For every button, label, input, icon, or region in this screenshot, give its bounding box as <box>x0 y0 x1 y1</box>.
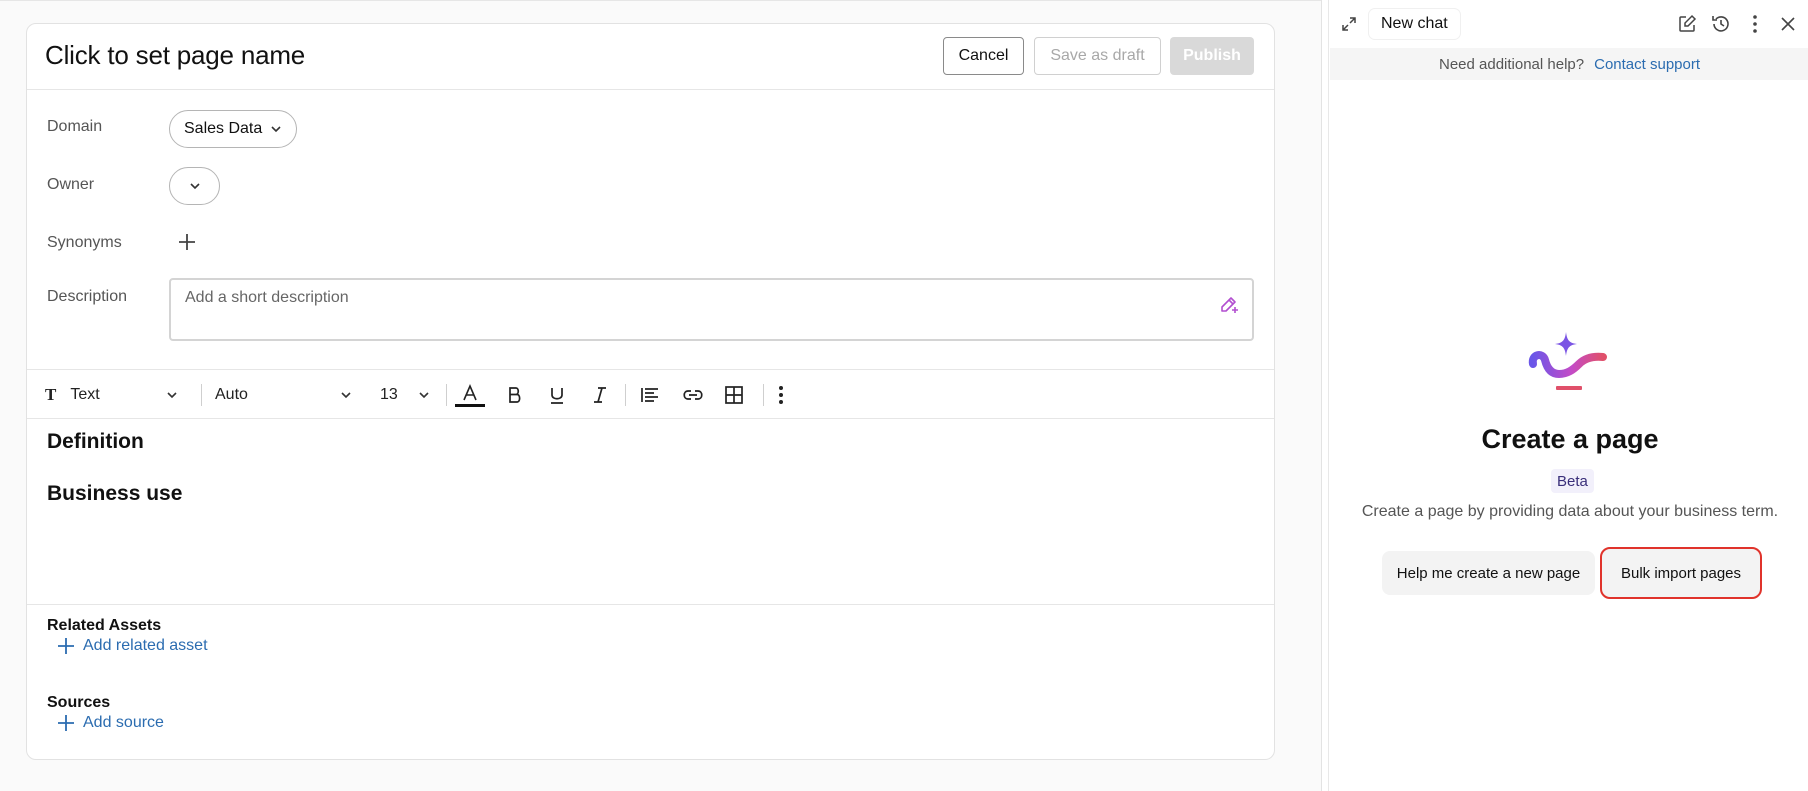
create-page-title: Create a page <box>1481 424 1659 454</box>
editor-area: Click to set page name Cancel Save as dr… <box>0 0 1321 791</box>
domain-value: Sales Data <box>184 120 263 137</box>
suggestion-bulk-import[interactable]: Bulk import pages <box>1600 547 1762 599</box>
more-vertical-icon <box>1753 15 1757 33</box>
text-style-icon: T <box>45 385 57 404</box>
editor-card: Click to set page name Cancel Save as dr… <box>26 23 1275 760</box>
tab-new-chat[interactable]: New chat <box>1369 9 1460 39</box>
chat-menu-button[interactable] <box>1742 11 1768 37</box>
link-button[interactable] <box>681 370 705 420</box>
font-value: Auto <box>215 386 248 403</box>
close-button[interactable] <box>1775 11 1801 37</box>
contact-support-link[interactable]: Contact support <box>1594 56 1700 73</box>
sources-title: Sources <box>47 694 111 711</box>
underline-button[interactable] <box>547 370 567 420</box>
domain-label: Domain <box>47 118 103 135</box>
align-button[interactable] <box>639 370 661 420</box>
bold-button[interactable] <box>505 370 525 420</box>
toolbar-divider <box>446 384 447 406</box>
font-size-value: 13 <box>380 386 398 403</box>
text-style-select[interactable]: T Text <box>45 370 178 420</box>
add-synonym-icon[interactable] <box>177 232 197 252</box>
font-select[interactable]: Auto <box>215 370 352 420</box>
table-icon <box>725 386 743 404</box>
chevron-down-icon <box>341 392 351 399</box>
section-divider <box>27 604 1274 605</box>
text-color-button[interactable] <box>455 370 485 420</box>
save-draft-button[interactable]: Save as draft <box>1034 37 1161 75</box>
toolbar-divider <box>763 384 764 406</box>
toolbar-divider <box>201 384 202 406</box>
suggestion-create-page[interactable]: Help me create a new page <box>1382 551 1595 595</box>
close-icon <box>1781 17 1795 31</box>
more-options-button[interactable] <box>775 370 787 420</box>
underline-icon <box>551 388 563 404</box>
related-assets-title: Related Assets <box>47 617 162 634</box>
add-related-asset-link[interactable]: Add related asset <box>57 637 208 655</box>
create-page-subtitle: Create a page by providing data about yo… <box>1361 503 1779 520</box>
history-icon <box>1712 16 1729 32</box>
formatting-toolbar: T Text Auto 13 <box>27 369 1274 419</box>
chat-panel: New chat Need additional help? Contact s… <box>1321 0 1808 791</box>
more-vertical-icon <box>779 386 783 404</box>
font-size-select[interactable]: 13 <box>380 370 430 420</box>
chevron-down-icon <box>189 183 200 190</box>
ai-assistant-logo <box>1528 332 1607 390</box>
plus-icon <box>58 638 74 654</box>
italic-button[interactable] <box>591 370 609 420</box>
history-button[interactable] <box>1708 11 1734 37</box>
table-button[interactable] <box>723 370 745 420</box>
plus-icon <box>58 715 74 731</box>
cancel-button[interactable]: Cancel <box>943 37 1024 75</box>
add-related-asset-label: Add related asset <box>83 637 208 654</box>
domain-select[interactable]: Sales Data <box>169 110 297 148</box>
chevron-down-icon <box>167 392 177 399</box>
new-chat-button[interactable] <box>1674 11 1700 37</box>
business-use-heading[interactable]: Business use <box>47 482 182 506</box>
definition-heading[interactable]: Definition <box>47 430 144 454</box>
beta-badge: Beta <box>1551 469 1594 493</box>
text-color-icon <box>455 383 485 407</box>
bold-icon <box>509 387 521 403</box>
add-source-link[interactable]: Add source <box>57 714 164 732</box>
publish-button[interactable]: Publish <box>1170 37 1254 75</box>
owner-label: Owner <box>47 176 95 193</box>
description-input[interactable]: Add a short description <box>169 278 1254 341</box>
expand-button[interactable] <box>1336 11 1362 37</box>
description-placeholder: Add a short description <box>185 289 349 306</box>
ai-edit-icon[interactable] <box>1218 293 1240 315</box>
owner-select[interactable] <box>169 167 220 205</box>
chat-header: New chat <box>1322 0 1808 48</box>
page-title[interactable]: Click to set page name <box>45 40 305 71</box>
text-style-value: Text <box>70 386 100 403</box>
editor-header: Click to set page name Cancel Save as dr… <box>27 24 1274 90</box>
expand-icon <box>1342 17 1356 31</box>
help-text: Need additional help? <box>1438 55 1585 73</box>
align-left-icon <box>641 388 658 402</box>
help-bar: Need additional help? Contact support <box>1330 48 1808 80</box>
link-icon <box>683 390 703 400</box>
toolbar-divider <box>625 384 626 406</box>
compose-icon <box>1679 14 1697 32</box>
italic-icon <box>594 387 606 403</box>
chevron-down-icon <box>419 392 429 399</box>
chevron-down-icon <box>271 126 281 133</box>
add-source-label: Add source <box>83 714 164 731</box>
synonyms-label: Synonyms <box>47 234 122 251</box>
description-label: Description <box>47 288 128 305</box>
app: Click to set page name Cancel Save as dr… <box>0 0 1808 791</box>
